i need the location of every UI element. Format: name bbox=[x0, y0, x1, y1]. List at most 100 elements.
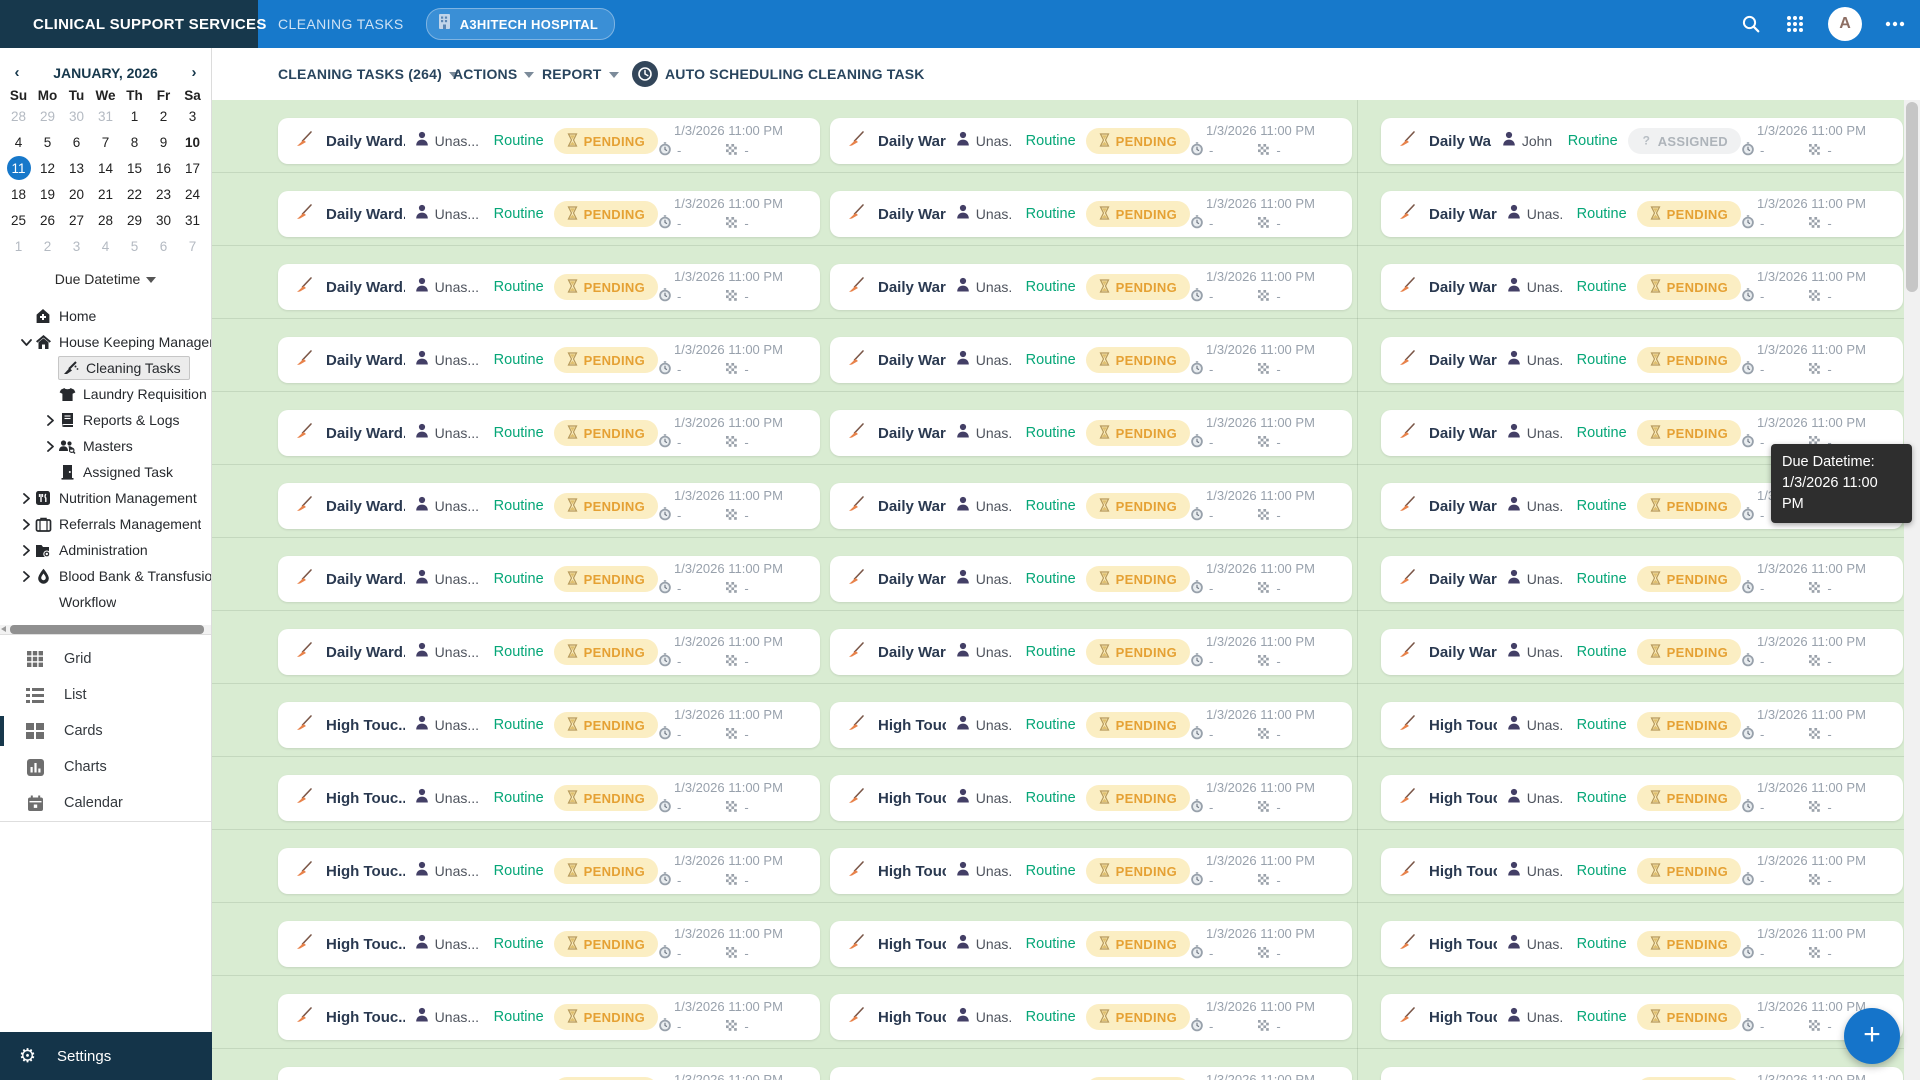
task-card[interactable]: Daily Ward...Unas...RoutinePENDING1/3/20… bbox=[830, 556, 1352, 602]
sidebar-item-cleaning-tasks[interactable]: Cleaning Tasks bbox=[0, 355, 211, 381]
task-card[interactable]: High Touc...Unas...RoutinePENDING1/3/202… bbox=[1381, 1067, 1903, 1080]
calendar-day[interactable]: 1 bbox=[4, 233, 33, 259]
task-card[interactable]: Daily Ward...Unas...RoutinePENDING1/3/20… bbox=[278, 337, 820, 383]
task-card[interactable]: High Touc...Unas...RoutinePENDING1/3/202… bbox=[278, 848, 820, 894]
sidebar-item-workflow[interactable]: Workflow bbox=[0, 589, 211, 615]
task-card[interactable]: High Touc...Unas...RoutinePENDING1/3/202… bbox=[830, 775, 1352, 821]
task-card[interactable]: High Touc...Unas...RoutinePENDING1/3/202… bbox=[1381, 994, 1903, 1040]
calendar-day[interactable]: 25 bbox=[4, 207, 33, 233]
view-calendar[interactable]: Calendar bbox=[0, 785, 211, 821]
task-card[interactable]: Daily Ward...Unas...RoutinePENDING1/3/20… bbox=[830, 483, 1352, 529]
report-dropdown[interactable]: REPORT bbox=[542, 48, 619, 100]
sidebar-item-reports-logs[interactable]: Reports & Logs bbox=[0, 407, 211, 433]
apps-grid-icon[interactable] bbox=[1784, 13, 1806, 35]
view-list[interactable]: List bbox=[0, 677, 211, 713]
task-card[interactable]: Daily Ward...Unas...RoutinePENDING1/3/20… bbox=[278, 556, 820, 602]
task-card[interactable]: High Touc...Unas...RoutinePENDING1/3/202… bbox=[830, 848, 1352, 894]
task-card[interactable]: Daily Ward...Unas...RoutinePENDING1/3/20… bbox=[1381, 629, 1903, 675]
calendar-day[interactable]: 4 bbox=[91, 233, 120, 259]
settings-button[interactable]: ⚙ Settings bbox=[0, 1032, 212, 1080]
calendar-day[interactable]: 20 bbox=[62, 181, 91, 207]
calendar-day[interactable]: 3 bbox=[178, 103, 207, 129]
calendar-day[interactable]: 26 bbox=[33, 207, 62, 233]
more-options-icon[interactable] bbox=[1884, 13, 1906, 35]
calendar-day[interactable]: 17 bbox=[178, 155, 207, 181]
sidebar-horizontal-scrollbar[interactable] bbox=[0, 625, 211, 634]
add-task-button[interactable]: + bbox=[1844, 1008, 1900, 1064]
calendar-prev-icon[interactable]: ‹ bbox=[10, 64, 24, 81]
task-card[interactable]: Daily Ward...Unas...RoutinePENDING1/3/20… bbox=[830, 629, 1352, 675]
task-card[interactable]: Daily Ward...Unas...RoutinePENDING1/3/20… bbox=[830, 337, 1352, 383]
tab-cleaning-tasks[interactable]: CLEANING TASKS bbox=[278, 16, 404, 32]
sidebar-item-laundry-requisition[interactable]: Laundry Requisition bbox=[0, 381, 211, 407]
calendar-day[interactable]: 16 bbox=[149, 155, 178, 181]
calendar-day[interactable]: 11 bbox=[4, 155, 33, 181]
view-cards[interactable]: Cards bbox=[0, 713, 211, 749]
calendar-day[interactable]: 14 bbox=[91, 155, 120, 181]
calendar-day[interactable]: 31 bbox=[178, 207, 207, 233]
calendar-day[interactable]: 30 bbox=[62, 103, 91, 129]
chevron-down-icon[interactable] bbox=[18, 338, 34, 347]
task-card[interactable]: High Touc...Unas...RoutinePENDING1/3/202… bbox=[830, 702, 1352, 748]
calendar-day[interactable]: 23 bbox=[149, 181, 178, 207]
sidebar-item-referrals-management[interactable]: Referrals Management bbox=[0, 511, 211, 537]
scrollbar-thumb[interactable] bbox=[1906, 102, 1918, 292]
calendar-day[interactable]: 28 bbox=[91, 207, 120, 233]
cleaning-tasks-count-dropdown[interactable]: CLEANING TASKS (264) bbox=[278, 48, 459, 100]
task-card[interactable]: High Touc...Unas...RoutinePENDING1/3/202… bbox=[830, 994, 1352, 1040]
calendar-day[interactable]: 5 bbox=[33, 129, 62, 155]
calendar-day[interactable]: 29 bbox=[33, 103, 62, 129]
task-card[interactable]: Daily Ward...Unas...RoutinePENDING1/3/20… bbox=[1381, 337, 1903, 383]
task-card[interactable]: High Touc...Unas...RoutinePENDING1/3/202… bbox=[1381, 921, 1903, 967]
calendar-day[interactable]: 12 bbox=[33, 155, 62, 181]
auto-scheduling-button[interactable]: AUTO SCHEDULING CLEANING TASK bbox=[632, 48, 925, 100]
task-card[interactable]: High Touc...Unas...RoutinePENDING1/3/202… bbox=[1381, 775, 1903, 821]
calendar-day[interactable]: 1 bbox=[120, 103, 149, 129]
task-card[interactable]: High Touc...Unas...RoutinePENDING1/3/202… bbox=[830, 921, 1352, 967]
calendar-next-icon[interactable]: › bbox=[187, 64, 201, 81]
task-card[interactable]: High Touc...Unas...RoutinePENDING1/3/202… bbox=[1381, 848, 1903, 894]
chevron-right-icon[interactable] bbox=[18, 571, 34, 582]
task-card[interactable]: High Touc...Unas...RoutinePENDING1/3/202… bbox=[278, 1067, 820, 1080]
calendar-day[interactable]: 7 bbox=[178, 233, 207, 259]
calendar-day[interactable]: 19 bbox=[33, 181, 62, 207]
task-card[interactable]: High Touc...Unas...RoutinePENDING1/3/202… bbox=[278, 775, 820, 821]
calendar-day[interactable]: 30 bbox=[149, 207, 178, 233]
chevron-right-icon[interactable] bbox=[18, 519, 34, 530]
calendar-day[interactable]: 29 bbox=[120, 207, 149, 233]
calendar-day[interactable]: 6 bbox=[62, 129, 91, 155]
scrollbar-thumb[interactable] bbox=[10, 625, 204, 634]
task-card[interactable]: High Touc...Unas...RoutinePENDING1/3/202… bbox=[830, 1067, 1352, 1080]
chevron-right-icon[interactable] bbox=[42, 441, 58, 452]
calendar-day[interactable]: 21 bbox=[91, 181, 120, 207]
calendar-day[interactable]: 3 bbox=[62, 233, 91, 259]
task-card[interactable]: Daily Ward...Unas...RoutinePENDING1/3/20… bbox=[278, 629, 820, 675]
task-card[interactable]: Daily Ward...Unas...RoutinePENDING1/3/20… bbox=[278, 483, 820, 529]
calendar-day[interactable]: 27 bbox=[62, 207, 91, 233]
calendar-day[interactable]: 31 bbox=[91, 103, 120, 129]
sidebar-item-masters[interactable]: Masters bbox=[0, 433, 211, 459]
task-card[interactable]: Daily Ward...Unas...RoutinePENDING1/3/20… bbox=[830, 118, 1352, 164]
calendar-day[interactable]: 15 bbox=[120, 155, 149, 181]
task-card[interactable]: High Touc...Unas...RoutinePENDING1/3/202… bbox=[1381, 702, 1903, 748]
actions-dropdown[interactable]: ACTIONS bbox=[453, 48, 534, 100]
calendar-day[interactable]: 22 bbox=[120, 181, 149, 207]
search-icon[interactable] bbox=[1740, 13, 1762, 35]
sidebar-item-home[interactable]: Home bbox=[0, 303, 211, 329]
task-card[interactable]: Daily Ward...Unas...RoutinePENDING1/3/20… bbox=[278, 410, 820, 456]
task-card[interactable]: Daily Ward...Unas...RoutinePENDING1/3/20… bbox=[1381, 264, 1903, 310]
calendar-day[interactable]: 18 bbox=[4, 181, 33, 207]
task-card[interactable]: Daily Ward...Unas...RoutinePENDING1/3/20… bbox=[830, 191, 1352, 237]
task-card[interactable]: High Touc...Unas...RoutinePENDING1/3/202… bbox=[278, 921, 820, 967]
avatar[interactable]: A bbox=[1828, 7, 1862, 41]
task-card[interactable]: Daily Ward...Unas...RoutinePENDING1/3/20… bbox=[278, 118, 820, 164]
task-card[interactable]: High Touc...Unas...RoutinePENDING1/3/202… bbox=[278, 994, 820, 1040]
view-charts[interactable]: Charts bbox=[0, 749, 211, 785]
calendar-day[interactable]: 5 bbox=[120, 233, 149, 259]
sidebar-item-house-keeping-management[interactable]: House Keeping Management bbox=[0, 329, 211, 355]
calendar-day[interactable]: 24 bbox=[178, 181, 207, 207]
task-card[interactable]: Daily War...John ...Routine?ASSIGNED1/3/… bbox=[1381, 118, 1903, 164]
due-datetime-filter[interactable]: Due Datetime bbox=[0, 271, 211, 287]
chevron-right-icon[interactable] bbox=[18, 545, 34, 556]
scroll-left-arrow-icon[interactable] bbox=[1, 626, 6, 632]
